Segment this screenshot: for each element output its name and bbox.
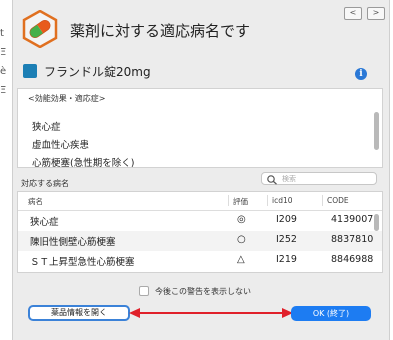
search-icon bbox=[267, 175, 277, 185]
next-button[interactable]: > bbox=[367, 7, 385, 20]
prev-button[interactable]: < bbox=[344, 7, 362, 20]
table-row[interactable]: 陳旧性側壁心筋梗塞 ○ I252 8837810 bbox=[18, 231, 382, 251]
effects-scrollbar[interactable] bbox=[374, 112, 379, 150]
column-divider bbox=[228, 195, 229, 206]
cell-icd10: I209 bbox=[276, 214, 297, 225]
suppress-warning-label: 今後この警告を表示しない bbox=[155, 287, 251, 296]
effect-item: 狭心症 bbox=[32, 122, 61, 133]
search-placeholder: 検索 bbox=[282, 175, 296, 183]
table-scrollbar[interactable] bbox=[374, 214, 379, 231]
col-header-code[interactable]: CODE bbox=[327, 196, 349, 205]
cell-icd10: I252 bbox=[276, 234, 297, 245]
cell-eval: ○ bbox=[237, 234, 246, 245]
background-char: t bbox=[0, 28, 4, 39]
suppress-warning-checkbox[interactable] bbox=[139, 286, 149, 296]
cell-eval: ◎ bbox=[237, 214, 246, 225]
dialog-title: 薬剤に対する適応病名です bbox=[70, 22, 251, 40]
drug-capsule-logo bbox=[22, 10, 58, 48]
effects-panel: <効能効果・適応症> 狭心症 虚血性心疾患 心筋梗塞(急性期を除く) bbox=[17, 88, 383, 168]
table-header: 病名 評価 icd10 CODE bbox=[18, 192, 382, 211]
column-divider bbox=[267, 195, 268, 206]
cell-icd10: I219 bbox=[276, 254, 297, 265]
cell-code: 8837810 bbox=[331, 234, 374, 245]
info-icon[interactable]: i bbox=[355, 68, 367, 80]
table-row[interactable]: ＳＴ上昇型急性心筋梗塞 △ I219 8846988 bbox=[18, 251, 382, 271]
background-char: è bbox=[0, 66, 7, 77]
cell-disease-name: 狭心症 bbox=[30, 217, 59, 228]
cell-disease-name: ＳＴ上昇型急性心筋梗塞 bbox=[30, 257, 135, 268]
col-header-eval[interactable]: 評価 bbox=[233, 196, 248, 207]
cell-disease-name: 陳旧性側壁心筋梗塞 bbox=[30, 237, 116, 248]
background-edge-text: t Ξ è Ξ bbox=[0, 28, 6, 104]
cell-code: 4139007 bbox=[331, 214, 374, 225]
double-arrow-annotation bbox=[129, 308, 293, 318]
effects-list: 狭心症 虚血性心疾患 心筋梗塞(急性期を除く) bbox=[32, 119, 135, 168]
col-header-name[interactable]: 病名 bbox=[28, 196, 43, 207]
open-drug-info-button[interactable]: 薬品情報を開く bbox=[28, 305, 130, 321]
column-divider bbox=[322, 195, 323, 206]
disease-list-label: 対応する病名 bbox=[21, 179, 69, 188]
background-char: Ξ bbox=[0, 85, 7, 96]
nav-buttons: < > bbox=[344, 7, 385, 20]
cell-code: 8846988 bbox=[331, 254, 374, 265]
background-char: Ξ bbox=[0, 47, 7, 58]
disease-table: 病名 評価 icd10 CODE 狭心症 ◎ I209 4139007 陳旧性側… bbox=[17, 191, 383, 273]
effect-item: 心筋梗塞(急性期を除く) bbox=[32, 158, 135, 168]
table-row[interactable]: 狭心症 ◎ I209 4139007 bbox=[18, 211, 382, 231]
effect-item: 虚血性心疾患 bbox=[32, 140, 90, 151]
col-header-icd10[interactable]: icd10 bbox=[272, 196, 293, 205]
cell-eval: △ bbox=[237, 254, 245, 265]
effects-heading: <効能効果・適応症> bbox=[28, 94, 106, 103]
disease-search-input[interactable]: 検索 bbox=[261, 172, 377, 185]
drug-color-swatch bbox=[23, 64, 37, 78]
drug-name: フランドル錠20mg bbox=[44, 65, 151, 79]
indication-dialog: < > 薬剤に対する適応病名です フランドル錠20mg i <効能効果・適応症>… bbox=[12, 0, 390, 340]
ok-close-button[interactable]: OK (終了) bbox=[291, 306, 371, 321]
